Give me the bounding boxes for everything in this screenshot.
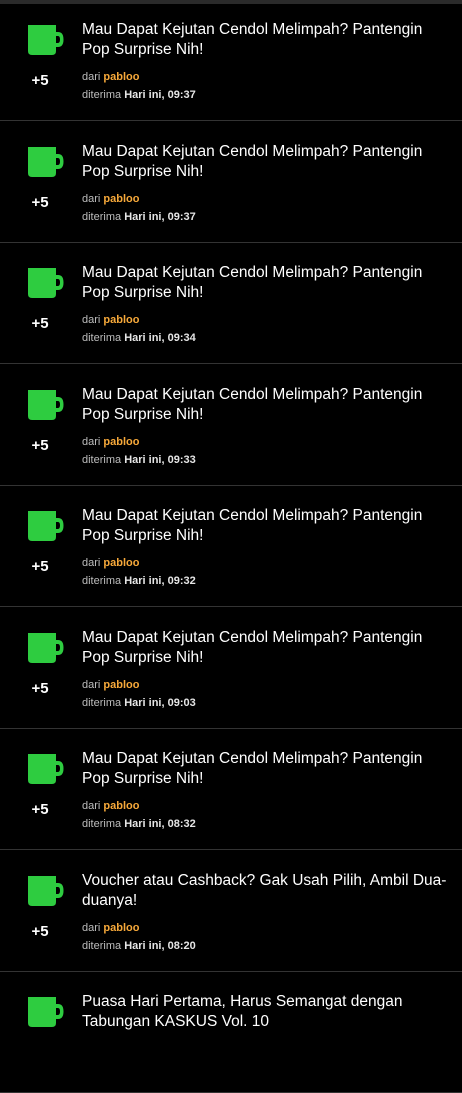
received-line: diterima Hari ini, 09:37	[82, 210, 196, 224]
cendol-points: +5	[31, 437, 49, 454]
notification-item[interactable]: +5 Mau Dapat Kejutan Cendol Melimpah? Pa…	[0, 122, 462, 243]
notification-item[interactable]: +5 Mau Dapat Kejutan Cendol Melimpah? Pa…	[0, 486, 462, 607]
sender-username[interactable]: pabloo	[103, 557, 139, 569]
received-line: diterima Hari ini, 08:32	[82, 817, 196, 831]
mug-icon	[25, 873, 65, 909]
received-time: Hari ini, 08:32	[124, 818, 196, 830]
cendol-points: +5	[31, 315, 49, 332]
cendol-points: +5	[31, 194, 49, 211]
cendol-points: +5	[31, 923, 49, 940]
received-time: Hari ini, 09:37	[124, 89, 196, 101]
mug-icon	[25, 751, 65, 787]
from-label: dari	[82, 436, 101, 448]
mug-icon	[25, 630, 65, 666]
notification-item[interactable]: Puasa Hari Pertama, Harus Semangat denga…	[0, 972, 462, 1093]
cendol-points: +5	[31, 680, 49, 697]
from-label: dari	[82, 557, 101, 569]
notification-item[interactable]: +5 Mau Dapat Kejutan Cendol Melimpah? Pa…	[0, 608, 462, 729]
received-time: Hari ini, 09:32	[124, 575, 196, 587]
received-line: diterima Hari ini, 09:03	[82, 696, 196, 710]
sender-line: dari pabloo	[82, 192, 139, 206]
sender-username[interactable]: pabloo	[103, 436, 139, 448]
received-time: Hari ini, 09:34	[124, 332, 196, 344]
sender-username[interactable]: pabloo	[103, 922, 139, 934]
sender-username[interactable]: pabloo	[103, 679, 139, 691]
sender-line: dari pabloo	[82, 435, 139, 449]
cendol-points: +5	[31, 801, 49, 818]
notification-title[interactable]: Mau Dapat Kejutan Cendol Melimpah? Pante…	[82, 385, 447, 425]
cendol-points: +5	[31, 72, 49, 89]
received-line: diterima Hari ini, 09:32	[82, 574, 196, 588]
mug-icon	[25, 265, 65, 301]
from-label: dari	[82, 71, 101, 83]
notification-item[interactable]: +5 Voucher atau Cashback? Gak Usah Pilih…	[0, 851, 462, 972]
notification-title[interactable]: Mau Dapat Kejutan Cendol Melimpah? Pante…	[82, 749, 447, 789]
notification-title[interactable]: Mau Dapat Kejutan Cendol Melimpah? Pante…	[82, 142, 447, 182]
sender-line: dari pabloo	[82, 556, 139, 570]
notification-title[interactable]: Mau Dapat Kejutan Cendol Melimpah? Pante…	[82, 506, 447, 546]
notification-title[interactable]: Mau Dapat Kejutan Cendol Melimpah? Pante…	[82, 20, 447, 60]
from-label: dari	[82, 314, 101, 326]
sender-line: dari pabloo	[82, 678, 139, 692]
received-time: Hari ini, 09:03	[124, 697, 196, 709]
notification-title[interactable]: Puasa Hari Pertama, Harus Semangat denga…	[82, 992, 447, 1032]
received-label: diterima	[82, 697, 122, 709]
received-label: diterima	[82, 332, 122, 344]
received-label: diterima	[82, 211, 122, 223]
mug-icon	[25, 508, 65, 544]
notification-title[interactable]: Mau Dapat Kejutan Cendol Melimpah? Pante…	[82, 628, 447, 668]
sender-line: dari pabloo	[82, 921, 139, 935]
sender-line: dari pabloo	[82, 313, 139, 327]
received-line: diterima Hari ini, 09:34	[82, 331, 196, 345]
sender-username[interactable]: pabloo	[103, 800, 139, 812]
received-label: diterima	[82, 454, 122, 466]
mug-icon	[25, 994, 65, 1030]
received-label: diterima	[82, 575, 122, 587]
from-label: dari	[82, 800, 101, 812]
mug-icon	[25, 22, 65, 58]
received-time: Hari ini, 09:33	[124, 454, 196, 466]
notification-item[interactable]: +5 Mau Dapat Kejutan Cendol Melimpah? Pa…	[0, 243, 462, 364]
from-label: dari	[82, 193, 101, 205]
received-time: Hari ini, 09:37	[124, 211, 196, 223]
from-label: dari	[82, 922, 101, 934]
notification-title[interactable]: Mau Dapat Kejutan Cendol Melimpah? Pante…	[82, 263, 447, 303]
received-line: diterima Hari ini, 09:37	[82, 88, 196, 102]
from-label: dari	[82, 679, 101, 691]
notification-item[interactable]: +5 Mau Dapat Kejutan Cendol Melimpah? Pa…	[0, 729, 462, 850]
cendol-points: +5	[31, 558, 49, 575]
received-label: diterima	[82, 89, 122, 101]
sender-line: dari pabloo	[82, 799, 139, 813]
notification-item[interactable]: +5 Mau Dapat Kejutan Cendol Melimpah? Pa…	[0, 0, 462, 121]
sender-username[interactable]: pabloo	[103, 314, 139, 326]
sender-username[interactable]: pabloo	[103, 71, 139, 83]
notification-title[interactable]: Voucher atau Cashback? Gak Usah Pilih, A…	[82, 871, 447, 911]
mug-icon	[25, 144, 65, 180]
notification-item[interactable]: +5 Mau Dapat Kejutan Cendol Melimpah? Pa…	[0, 365, 462, 486]
received-label: diterima	[82, 818, 122, 830]
received-label: diterima	[82, 940, 122, 952]
received-line: diterima Hari ini, 08:20	[82, 939, 196, 953]
received-line: diterima Hari ini, 09:33	[82, 453, 196, 467]
received-time: Hari ini, 08:20	[124, 940, 196, 952]
mug-icon	[25, 387, 65, 423]
sender-line: dari pabloo	[82, 70, 139, 84]
sender-username[interactable]: pabloo	[103, 193, 139, 205]
